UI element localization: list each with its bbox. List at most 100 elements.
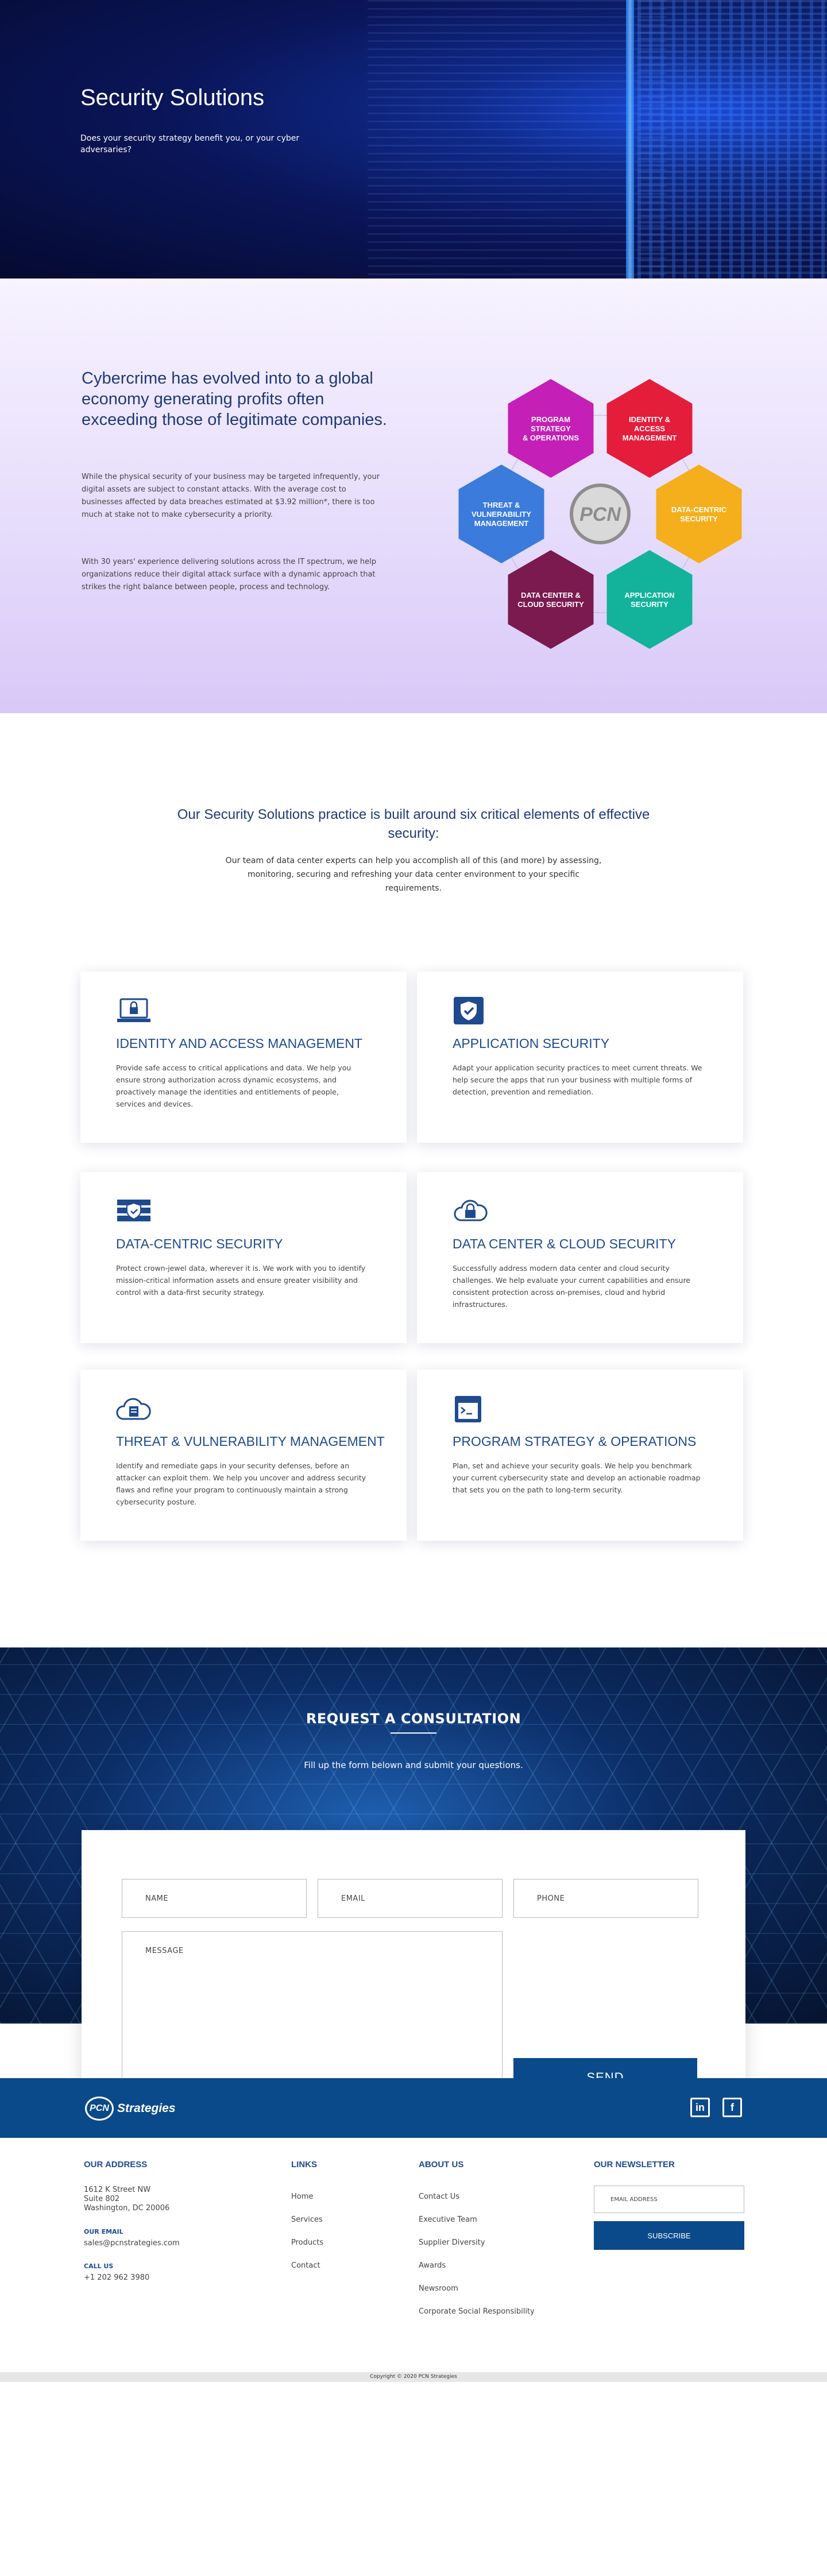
laptop-lock-icon bbox=[117, 998, 150, 1022]
hex-segment: THREAT &VULNERABILITYMANAGEMENT bbox=[458, 465, 544, 563]
hex-label: THREAT & bbox=[483, 501, 520, 509]
about-heading: ABOUT US bbox=[419, 2160, 464, 2169]
hero-subtitle: Does your security strategy benefit you,… bbox=[80, 134, 300, 154]
server-racks-background bbox=[637, 0, 827, 279]
hex-label: MANAGEMENT bbox=[623, 434, 677, 442]
hex-label: & OPERATIONS bbox=[523, 434, 579, 442]
hex-segment: IDENTITY &ACCESSMANAGEMENT bbox=[606, 379, 693, 478]
facebook-icon[interactable]: f bbox=[722, 2098, 742, 2117]
solutions-cards: IDENTITY AND ACCESS MANAGEMENT Provide s… bbox=[0, 972, 827, 1647]
footer-link-products[interactable]: Products bbox=[291, 2231, 323, 2254]
address-line: Suite 802 bbox=[84, 2195, 120, 2203]
hex-label: ACCESS bbox=[634, 424, 666, 433]
light-beam bbox=[626, 0, 634, 279]
code-background bbox=[368, 0, 666, 279]
intro-section: Cybercrime has evolved into to a global … bbox=[0, 279, 827, 713]
footer-link-supplier-diversity[interactable]: Supplier Diversity bbox=[419, 2231, 535, 2254]
card-application-security: APPLICATION SECURITY Adapt your applicat… bbox=[417, 972, 743, 1143]
hex-segment: DATA-CENTRICSECURITY bbox=[656, 465, 742, 563]
practice-section: Our Security Solutions practice is built… bbox=[0, 713, 827, 972]
pcn-logo[interactable]: PCN Strategies bbox=[85, 2097, 176, 2121]
cloud-server-icon bbox=[116, 1398, 151, 1420]
card-data-centric: DATA-CENTRIC SECURITY Protect crown-jewe… bbox=[80, 1172, 407, 1343]
hex-label: DATA-CENTRIC bbox=[671, 505, 727, 514]
security-hexagon-diagram: PROGRAM STRATEGY & OPERATIONS IDENTITY & ACC… bbox=[448, 356, 752, 678]
browser-terminal-icon bbox=[455, 1396, 481, 1422]
footer-newsletter: OUR NEWSLETTER EMAIL ADDRESS SUBSCRIBE bbox=[594, 2160, 744, 2250]
card-text: Protect crown-jewel data, wherever it is… bbox=[116, 1264, 366, 1297]
message-field[interactable]: MESSAGE bbox=[122, 1931, 503, 2097]
card-text: Successfully address modern data center … bbox=[453, 1264, 691, 1309]
pcn-center-label: PCN bbox=[579, 504, 621, 525]
address-heading: OUR ADDRESS bbox=[84, 2160, 148, 2169]
footer-link-contact-us[interactable]: Contact Us bbox=[419, 2186, 535, 2208]
name-field[interactable]: NAME bbox=[122, 1879, 307, 1918]
hex-label: SECURITY bbox=[680, 515, 718, 523]
logo-text: Strategies bbox=[117, 2102, 176, 2115]
practice-heading: Our Security Solutions practice is built… bbox=[177, 807, 650, 841]
title-underline bbox=[391, 1732, 436, 1734]
address-line: 1612 K Street NW bbox=[84, 2186, 151, 2194]
server-shield-icon bbox=[117, 1200, 150, 1221]
card-identity-access: IDENTITY AND ACCESS MANAGEMENT Provide s… bbox=[80, 972, 407, 1143]
card-text: Adapt your application security practice… bbox=[453, 1063, 702, 1096]
card-title: THREAT & VULNERABILITY MANAGEMENT bbox=[116, 1434, 385, 1449]
card-text: Plan, set and achieve your security goal… bbox=[453, 1461, 701, 1494]
subscribe-button[interactable]: SUBSCRIBE bbox=[594, 2221, 744, 2250]
card-title: DATA CENTER & CLOUD SECURITY bbox=[453, 1236, 676, 1251]
card-title: APPLICATION SECURITY bbox=[453, 1036, 610, 1051]
card-text: Identify and remediate gaps in your secu… bbox=[116, 1461, 366, 1506]
card-threat-vulnerability: THREAT & VULNERABILITY MANAGEMENT Identi… bbox=[80, 1370, 407, 1541]
footer-brand-bar: PCN Strategies in f bbox=[0, 2078, 827, 2138]
footer-link-home[interactable]: Home bbox=[291, 2186, 323, 2208]
footer-link-services[interactable]: Services bbox=[291, 2208, 323, 2231]
links-heading: LINKS bbox=[291, 2160, 317, 2169]
card-text: Provide safe access to critical applicat… bbox=[116, 1063, 351, 1108]
call-label: CALL US bbox=[84, 2262, 114, 2270]
footer-link-newsroom[interactable]: Newsroom bbox=[419, 2277, 535, 2300]
logo-mark: PCN bbox=[85, 2097, 114, 2121]
card-title: PROGRAM STRATEGY & OPERATIONS bbox=[453, 1434, 697, 1449]
hex-label: CLOUD SECURITY bbox=[517, 600, 584, 609]
email-label: OUR EMAIL bbox=[84, 2228, 123, 2235]
intro-paragraph-2: With 30 years' experience delivering sol… bbox=[82, 558, 376, 591]
hero-banner: Security Solutions Does your security st… bbox=[0, 0, 827, 279]
hex-label: APPLICATION bbox=[624, 591, 674, 599]
footer-link-executive-team[interactable]: Executive Team bbox=[419, 2208, 535, 2231]
footer-links: LINKS Home Services Products Contact bbox=[291, 2160, 323, 2277]
hex-label: VULNERABILITY bbox=[472, 510, 531, 519]
consult-subtitle: Fill up the form belown and submit your … bbox=[304, 1760, 523, 1770]
phone-field[interactable]: PHONE bbox=[513, 1879, 698, 1918]
email-link[interactable]: sales@pcnstrategies.com bbox=[84, 2239, 180, 2248]
hex-label: IDENTITY & bbox=[629, 415, 670, 424]
cloud-lock-icon bbox=[454, 1200, 488, 1221]
footer-link-contact[interactable]: Contact bbox=[291, 2254, 323, 2277]
consultation-section: REQUEST A CONSULTATION Fill up the form … bbox=[0, 1647, 827, 2143]
email-field[interactable]: EMAIL bbox=[318, 1879, 503, 1918]
intro-paragraph-1: While the physical security of your busi… bbox=[82, 473, 380, 519]
page-title: Security Solutions bbox=[80, 85, 265, 110]
shield-check-icon bbox=[454, 997, 484, 1024]
hex-label: MANAGEMENT bbox=[474, 519, 529, 528]
footer: OUR ADDRESS 1612 K Street NW Suite 802 W… bbox=[0, 2138, 827, 2372]
hex-shape bbox=[656, 465, 742, 563]
address-line: Washington, DC 20006 bbox=[84, 2204, 170, 2213]
newsletter-heading: OUR NEWSLETTER bbox=[594, 2160, 675, 2169]
hex-segment: APPLICATIONSECURITY bbox=[606, 550, 693, 649]
linkedin-icon[interactable]: in bbox=[690, 2098, 710, 2117]
hex-label: DATA CENTER & bbox=[521, 591, 581, 599]
footer-about: ABOUT US Contact Us Executive Team Suppl… bbox=[419, 2160, 535, 2323]
consult-title: REQUEST A CONSULTATION bbox=[306, 1711, 521, 1727]
practice-text: Our team of data center experts can help… bbox=[225, 856, 602, 893]
footer-link-csr[interactable]: Corporate Social Responsibility bbox=[419, 2300, 535, 2323]
footer-address: OUR ADDRESS 1612 K Street NW Suite 802 W… bbox=[84, 2160, 180, 2282]
phone-link[interactable]: +1 202 962 3980 bbox=[84, 2273, 180, 2282]
card-title: DATA-CENTRIC SECURITY bbox=[116, 1236, 283, 1251]
hex-segment: PROGRAMSTRATEGY& OPERATIONS bbox=[508, 379, 594, 478]
copyright: Copyright © 2020 PCN Strategies bbox=[0, 2372, 827, 2382]
card-program-strategy: PROGRAM STRATEGY & OPERATIONS Plan, set … bbox=[417, 1370, 743, 1541]
intro-heading: Cybercrime has evolved into to a global … bbox=[82, 369, 387, 429]
newsletter-email-input[interactable]: EMAIL ADDRESS bbox=[594, 2186, 744, 2213]
footer-link-awards[interactable]: Awards bbox=[419, 2254, 535, 2277]
hex-label: STRATEGY bbox=[531, 424, 571, 433]
